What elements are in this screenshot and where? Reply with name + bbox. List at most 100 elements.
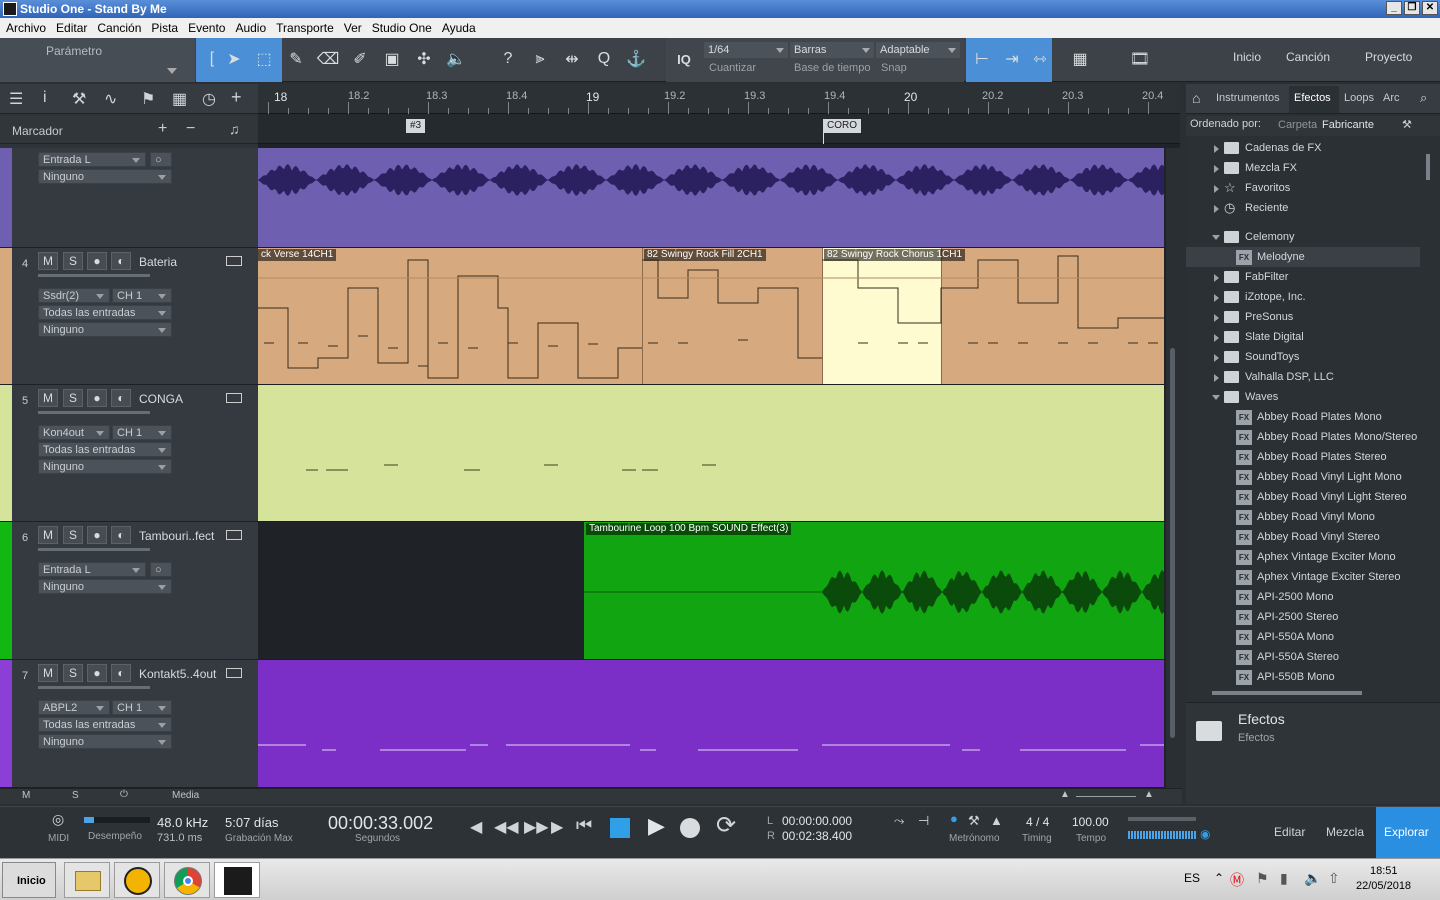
grid-icon[interactable]: ▦ (172, 89, 187, 109)
add-marker-icon[interactable]: + (158, 120, 167, 138)
record-arm-icon[interactable]: ● (87, 664, 107, 682)
studio-one-taskbar-icon[interactable] (214, 862, 260, 898)
forward-to-end-icon[interactable]: ▶ (551, 817, 563, 837)
music-note-icon[interactable]: ♫ (229, 121, 240, 137)
expand-icon[interactable] (1214, 294, 1219, 302)
snap-select[interactable]: Adaptable (876, 42, 960, 58)
range-tool-icon[interactable]: ⬚ (250, 44, 278, 74)
browser-item[interactable]: FX API-550A Stereo (1186, 647, 1420, 667)
network-tray-icon[interactable]: ▮ (1280, 870, 1288, 887)
sort-folder[interactable]: Carpeta (1278, 119, 1317, 131)
return-to-zero-icon[interactable]: ⏮ (576, 815, 592, 836)
marker-flag[interactable]: #3 (406, 119, 426, 133)
monitor-icon[interactable]: ◐ (111, 389, 131, 407)
info-icon[interactable]: i (43, 89, 47, 107)
browser-item[interactable]: ☆ Favoritos (1186, 178, 1420, 198)
solo-button[interactable]: S (63, 526, 83, 544)
solo-button[interactable]: S (63, 664, 83, 682)
monitor-input-icon[interactable]: ○ (150, 562, 172, 577)
parameter-selector[interactable]: Parámetro (0, 38, 195, 82)
output-select[interactable]: Ninguno (38, 169, 172, 184)
browser-item[interactable]: FX API-2500 Stereo (1186, 607, 1420, 627)
view-browse[interactable]: Explorar (1376, 807, 1440, 859)
conga-lane[interactable] (258, 385, 1164, 522)
kontakt-lane[interactable] (258, 660, 1164, 788)
zoom-in-icon[interactable]: ▲ (1144, 789, 1154, 800)
browser-item[interactable]: FX API-2500 Mono (1186, 587, 1420, 607)
track-name[interactable]: Kontakt5..4out (139, 667, 216, 681)
wrench-icon[interactable]: ⚒ (1402, 118, 1412, 131)
power-icon[interactable]: ⏻ (120, 789, 128, 800)
restore-button[interactable]: ❐ (1404, 1, 1420, 15)
arrangement-view[interactable]: 18 18.2 18.3 18.4 19 19.2 19.3 19.4 20 20.2 20.3 20… (258, 84, 1180, 788)
rewind-icon[interactable]: ◀◀ (494, 817, 519, 837)
browser-item[interactable]: FX Abbey Road Vinyl Mono (1186, 507, 1420, 527)
solo-button[interactable]: S (63, 389, 83, 407)
tab-effects[interactable]: Efectos (1294, 92, 1331, 104)
punch-icon[interactable]: ⤳ (894, 813, 904, 829)
time-signature[interactable]: 4 / 4 (1026, 815, 1049, 829)
expand-icon[interactable] (1214, 185, 1219, 193)
chrome-taskbar-icon[interactable] (164, 862, 210, 898)
menu-item[interactable]: Ayuda (442, 21, 476, 35)
browser-item[interactable]: PreSonus (1186, 307, 1420, 327)
browser-hscrollbar[interactable] (1186, 686, 1420, 700)
home-icon[interactable]: ⌂ (1192, 90, 1200, 106)
input-select[interactable]: Todas las entradas (38, 305, 172, 320)
browser-item[interactable]: SoundToys (1186, 347, 1420, 367)
minimize-button[interactable]: _ (1386, 1, 1402, 15)
pencil-tool-icon[interactable]: ✎ (282, 44, 310, 74)
record-arm-icon[interactable]: ● (87, 252, 107, 270)
input-select[interactable]: ABPL2 (38, 700, 110, 715)
collapse-icon[interactable] (1212, 235, 1220, 240)
rewind-to-start-icon[interactable]: ◀ (470, 817, 482, 837)
tab-files[interactable]: Arc (1383, 92, 1400, 104)
clock-date[interactable]: 22/05/2018 (1356, 880, 1411, 892)
fast-forward-icon[interactable]: ▶▶ (524, 817, 549, 837)
collapse-icon[interactable] (1212, 395, 1220, 400)
search-icon[interactable]: ⌕ (1420, 90, 1427, 106)
browser-item[interactable]: Valhalla DSP, LLC (1186, 367, 1420, 387)
output-select[interactable]: Ninguno (38, 734, 172, 749)
browser-item[interactable]: FX API-550A Mono (1186, 627, 1420, 647)
bend-tool-icon[interactable]: ✣ (410, 44, 438, 74)
menu-item[interactable]: Transporte (276, 21, 334, 35)
time-display[interactable]: 00:00:33.002 (328, 813, 433, 834)
monitor-icon[interactable]: ◐ (111, 664, 131, 682)
solo-button[interactable]: S (63, 252, 83, 270)
expand-icon[interactable] (1214, 334, 1219, 342)
keyboard-icon[interactable] (226, 256, 242, 266)
stretch-icon[interactable]: ⇹ (558, 44, 586, 74)
nav-song[interactable]: Canción (1286, 50, 1330, 64)
channel-select[interactable]: CH 1 (112, 425, 172, 440)
paint-tool-icon[interactable]: ✐ (346, 44, 374, 74)
listen-tool-icon[interactable]: 🔈 (442, 44, 470, 74)
menu-item[interactable]: Ver (344, 21, 362, 35)
timebase-select[interactable]: Barras (790, 42, 874, 58)
snap-cursor-icon[interactable]: ⇿ (1026, 44, 1054, 74)
tab-loops[interactable]: Loops (1344, 92, 1374, 104)
avast-taskbar-icon[interactable] (114, 862, 160, 898)
expand-icon[interactable] (1214, 274, 1219, 282)
loop-right-time[interactable]: 00:02:38.400 (782, 829, 852, 843)
browser-item[interactable]: FX Aphex Vintage Exciter Stereo (1186, 567, 1420, 587)
monitor-input-icon[interactable]: ○ (150, 152, 172, 167)
volume-slider[interactable] (38, 686, 150, 689)
automation-icon[interactable]: ∿ (104, 89, 117, 109)
browser-item[interactable]: FX API-550B Mono (1186, 667, 1420, 686)
track-header[interactable]: 7 M S ● ◐ Kontakt5..4out ABPL2 CH 1 Todas las en… (0, 660, 258, 788)
precount-icon[interactable]: ⊣ (918, 813, 929, 829)
browser-scrollbar[interactable] (1422, 138, 1434, 686)
track-header[interactable]: 5 M S ● ◐ CONGA Kon4out CH 1 Todas las entradas N… (0, 385, 258, 522)
output-select[interactable]: Ninguno (38, 322, 172, 337)
remove-marker-icon[interactable]: − (186, 120, 195, 138)
eraser-tool-icon[interactable]: ⌫ (314, 44, 342, 74)
menu-item[interactable]: Canción (97, 21, 141, 35)
browser-item[interactable]: Celemony (1186, 227, 1420, 247)
add-track-icon[interactable]: + (231, 87, 242, 108)
view-edit[interactable]: Editar (1262, 807, 1318, 859)
browser-item[interactable]: FX Abbey Road Plates Mono/Stereo (1186, 427, 1420, 447)
toggle-icon[interactable]: ◉ (1200, 827, 1210, 841)
mute-button[interactable]: M (38, 664, 58, 682)
browser-item[interactable]: Slate Digital (1186, 327, 1420, 347)
